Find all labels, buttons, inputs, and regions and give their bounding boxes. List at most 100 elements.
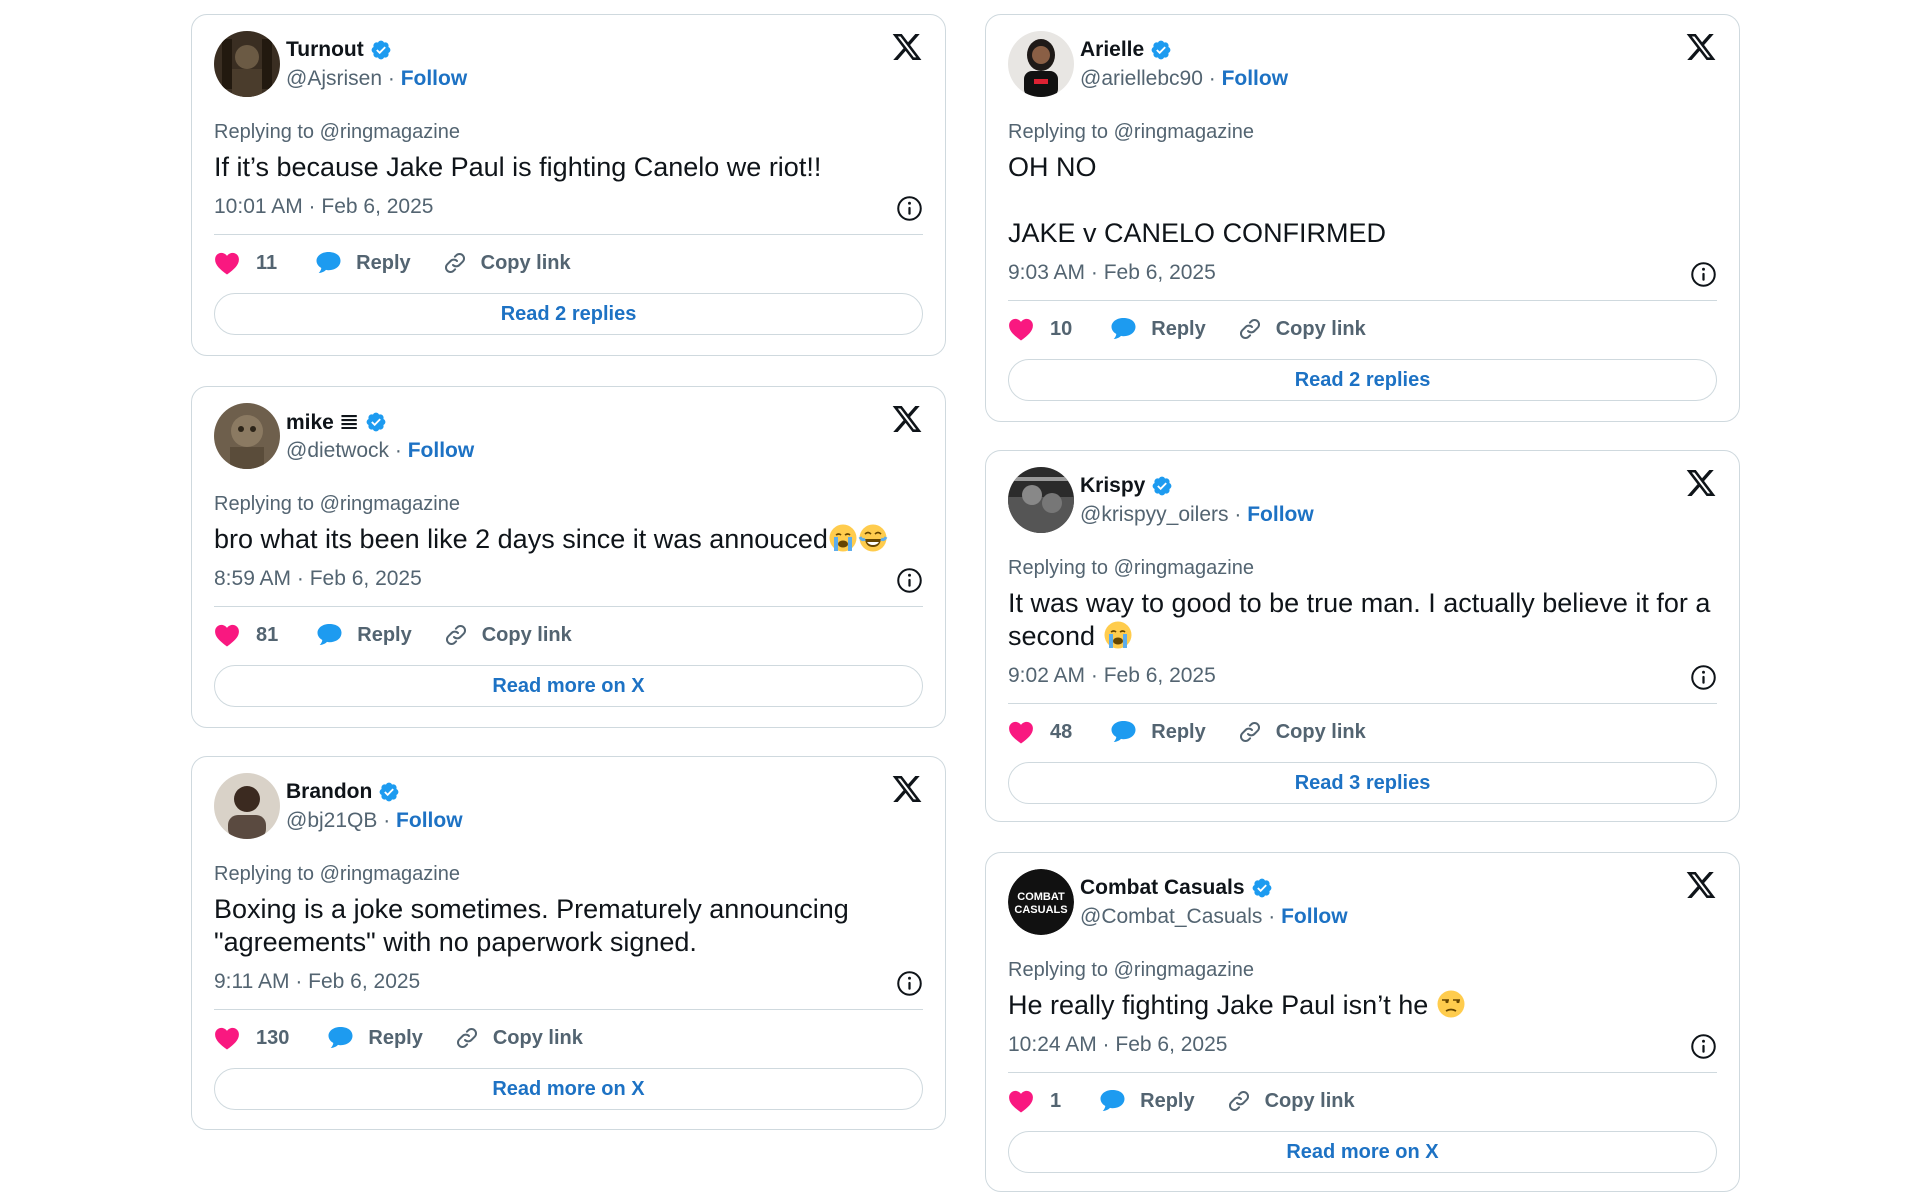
separator-dot: · <box>1202 67 1222 90</box>
copy-link-button[interactable]: Copy link <box>1227 1089 1355 1113</box>
follow-link[interactable]: Follow <box>1281 905 1348 928</box>
timestamp[interactable]: 8:59 AM · Feb 6, 2025 <box>214 567 422 590</box>
author-name[interactable]: Arielle <box>1080 38 1144 62</box>
x-logo-icon[interactable] <box>891 403 923 435</box>
link-icon <box>1238 317 1262 341</box>
timestamp[interactable]: 9:03 AM · Feb 6, 2025 <box>1008 261 1216 284</box>
timestamp[interactable]: 10:01 AM · Feb 6, 2025 <box>214 195 433 218</box>
heart-icon <box>1008 720 1034 744</box>
read-replies-button[interactable]: Read 3 replies <box>1008 762 1717 804</box>
like-count: 130 <box>256 1026 290 1049</box>
replying-to: Replying to @ringmagazine <box>1008 121 1254 143</box>
author-handle[interactable]: @dietwock <box>286 439 389 462</box>
author-handle[interactable]: @ariellebc90 <box>1080 67 1203 90</box>
like-count: 10 <box>1050 317 1073 340</box>
follow-link[interactable]: Follow <box>408 439 475 462</box>
follow-link[interactable]: Follow <box>1247 503 1314 526</box>
like-button[interactable]: 1 <box>1008 1089 1061 1113</box>
reply-button[interactable]: Reply <box>315 251 411 275</box>
copy-link-button[interactable]: Copy link <box>455 1026 583 1050</box>
author-name[interactable]: Combat Casuals <box>1080 876 1245 900</box>
follow-link[interactable]: Follow <box>1222 67 1289 90</box>
tweet-card[interactable]: Arielle @ariellebc90 · Follow Replying to … <box>985 14 1740 422</box>
separator-dot: · <box>1228 503 1248 526</box>
copy-link-button[interactable]: Copy link <box>443 251 571 275</box>
copy-link-label: Copy link <box>1275 317 1366 340</box>
follow-link[interactable]: Follow <box>396 809 463 832</box>
author-name[interactable]: mike 𝌆 <box>286 410 359 435</box>
info-icon[interactable] <box>1690 664 1717 691</box>
reply-bubble-icon <box>1110 720 1137 744</box>
timestamp[interactable]: 9:02 AM · Feb 6, 2025 <box>1008 664 1216 687</box>
like-button[interactable]: 10 <box>1008 317 1072 341</box>
read-replies-button[interactable]: Read 2 replies <box>1008 359 1717 401</box>
read-replies-button[interactable]: Read more on X <box>214 1068 923 1110</box>
tweet-text: bro what its been like 2 days since it w… <box>214 523 923 556</box>
author-handle[interactable]: @krispyy_oilers <box>1080 503 1229 526</box>
info-icon[interactable] <box>896 195 923 222</box>
like-button[interactable]: 48 <box>1008 720 1072 744</box>
like-count: 1 <box>1050 1089 1062 1112</box>
link-icon <box>1227 1089 1251 1113</box>
reply-button[interactable]: Reply <box>316 623 412 647</box>
author-handle[interactable]: @Combat_Casuals <box>1080 905 1262 928</box>
read-replies-button[interactable]: Read more on X <box>1008 1131 1717 1173</box>
author-name[interactable]: Turnout <box>286 38 364 62</box>
like-button[interactable]: 130 <box>214 1026 289 1050</box>
reply-label: Reply <box>1151 317 1206 340</box>
avatar[interactable] <box>214 403 280 469</box>
like-button[interactable]: 81 <box>214 623 278 647</box>
copy-link-button[interactable]: Copy link <box>1238 720 1366 744</box>
author-name[interactable]: Brandon <box>286 780 372 804</box>
info-icon[interactable] <box>1690 1033 1717 1060</box>
reply-button[interactable]: Reply <box>1099 1089 1195 1113</box>
reply-bubble-icon <box>327 1026 354 1050</box>
x-logo-icon[interactable] <box>891 31 923 63</box>
x-logo-icon[interactable] <box>1685 31 1717 63</box>
reply-label: Reply <box>368 1026 423 1049</box>
author-handle[interactable]: @Ajsrisen <box>286 67 382 90</box>
avatar[interactable] <box>1008 467 1074 533</box>
avatar[interactable] <box>214 773 280 839</box>
copy-link-label: Copy link <box>492 1026 583 1049</box>
read-replies-button[interactable]: Read 2 replies <box>214 293 923 335</box>
reply-button[interactable]: Reply <box>1110 317 1206 341</box>
avatar[interactable]: COMBAT CASUALS <box>1008 869 1074 935</box>
copy-link-label: Copy link <box>1264 1089 1355 1112</box>
copy-link-button[interactable]: Copy link <box>1238 317 1366 341</box>
tweet-card[interactable]: COMBAT CASUALS Combat Casuals @Combat_Casua… <box>985 852 1740 1192</box>
tweet-text: If it’s because Jake Paul is fighting Ca… <box>214 151 923 184</box>
tweet-card[interactable]: mike 𝌆 @dietwock · Follow Replying to @rin… <box>191 386 946 728</box>
author-handle[interactable]: @bj21QB <box>286 809 377 832</box>
x-logo-icon[interactable] <box>1685 869 1717 901</box>
x-logo-icon[interactable] <box>891 773 923 805</box>
tweet-card[interactable]: Turnout @Ajsrisen · Follow Replying to @ri… <box>191 14 946 356</box>
read-replies-button[interactable]: Read more on X <box>214 665 923 707</box>
timestamp[interactable]: 9:11 AM · Feb 6, 2025 <box>214 970 420 993</box>
like-button[interactable]: 11 <box>214 251 277 275</box>
info-icon[interactable] <box>896 567 923 594</box>
follow-link[interactable]: Follow <box>401 67 468 90</box>
replying-to: Replying to @ringmagazine <box>1008 959 1254 981</box>
replying-to: Replying to @ringmagazine <box>1008 557 1254 579</box>
author-name[interactable]: Krispy <box>1080 474 1145 498</box>
tweet-card[interactable]: Krispy @krispyy_oilers · Follow Replying t… <box>985 450 1740 822</box>
tweet-text-body: bro what its been like 2 days since it w… <box>214 524 828 554</box>
info-icon[interactable] <box>1690 261 1717 288</box>
avatar[interactable] <box>214 31 280 97</box>
info-icon[interactable] <box>896 970 923 997</box>
copy-link-label: Copy link <box>1275 720 1366 743</box>
avatar[interactable] <box>1008 31 1074 97</box>
timestamp[interactable]: 10:24 AM · Feb 6, 2025 <box>1008 1033 1227 1056</box>
link-icon <box>455 1026 479 1050</box>
reply-button[interactable]: Reply <box>327 1026 423 1050</box>
x-logo-icon[interactable] <box>1685 467 1717 499</box>
reply-label: Reply <box>1140 1089 1195 1112</box>
like-count: 48 <box>1050 720 1073 743</box>
copy-link-button[interactable]: Copy link <box>444 623 572 647</box>
tweet-card[interactable]: Brandon @bj21QB · Follow Replying to @ring… <box>191 756 946 1130</box>
reply-button[interactable]: Reply <box>1110 720 1206 744</box>
replying-to: Replying to @ringmagazine <box>214 121 460 143</box>
heart-icon <box>214 623 240 647</box>
svg-text:CASUALS: CASUALS <box>1014 904 1067 916</box>
